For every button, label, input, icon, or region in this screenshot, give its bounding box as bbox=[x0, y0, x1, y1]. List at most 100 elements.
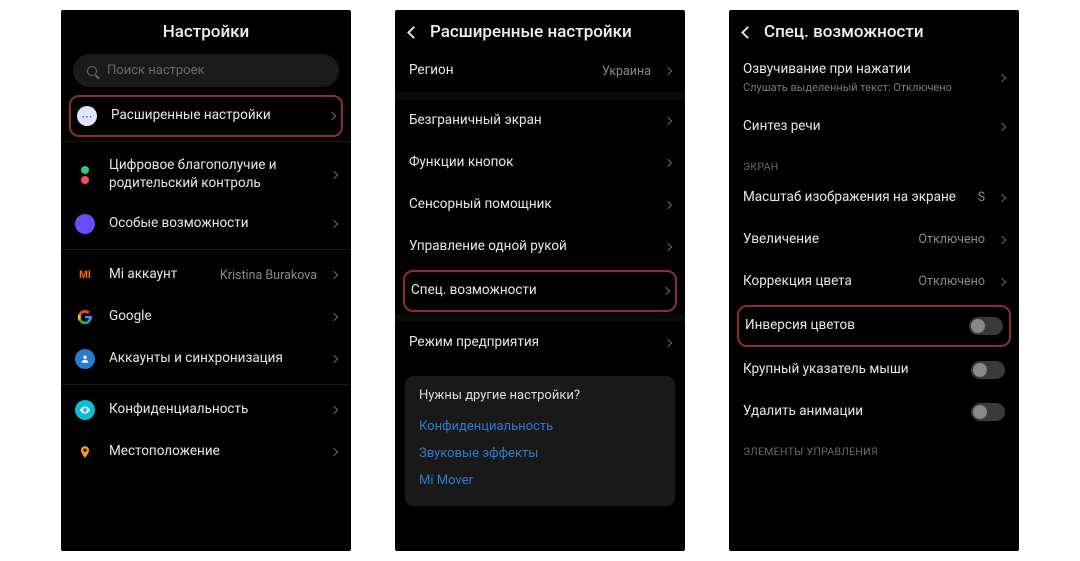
page-title: Расширенные настройки bbox=[430, 22, 632, 42]
section-divider bbox=[395, 92, 685, 100]
chevron-right-icon bbox=[664, 117, 672, 125]
enterprise-item[interactable]: Режим предприятия bbox=[395, 322, 685, 364]
chevron-right-icon bbox=[328, 112, 336, 120]
back-icon[interactable] bbox=[407, 26, 420, 39]
chevron-right-icon bbox=[330, 448, 338, 456]
chevron-right-icon bbox=[664, 67, 672, 75]
touch-assistant-label: Сенсорный помощник bbox=[409, 196, 651, 214]
page-title: Настройки bbox=[75, 22, 337, 42]
google-item[interactable]: Google bbox=[61, 296, 351, 338]
google-icon bbox=[75, 307, 95, 327]
region-value: Украина bbox=[602, 64, 651, 79]
accessibility-panel: Спец. возможности Озвучивание при нажати… bbox=[729, 10, 1019, 551]
privacy-label: Конфиденциальность bbox=[109, 401, 317, 419]
special-features-item[interactable]: Особые возможности bbox=[61, 203, 351, 245]
footer-link-sound[interactable]: Звуковые эффекты bbox=[419, 440, 661, 467]
large-pointer-toggle[interactable] bbox=[971, 361, 1005, 379]
tap-speak-title: Озвучивание при нажатии bbox=[743, 61, 985, 79]
remove-anim-label: Удалить анимации bbox=[743, 403, 957, 421]
zoom-item[interactable]: Увеличение Отключено bbox=[729, 219, 1019, 261]
tap-speak-label: Озвучивание при нажатии Слушать выделенн… bbox=[743, 61, 985, 95]
one-hand-item[interactable]: Управление одной рукой bbox=[395, 226, 685, 268]
footer-heading: Нужны другие настройки? bbox=[419, 388, 661, 403]
search-icon bbox=[87, 66, 97, 76]
large-pointer-item[interactable]: Крупный указатель мыши bbox=[729, 349, 1019, 391]
fullscreen-item[interactable]: Безграничный экран bbox=[395, 100, 685, 142]
dots-icon: ⋯ bbox=[77, 106, 97, 126]
region-item[interactable]: Регион Украина bbox=[395, 50, 685, 92]
chevron-right-icon bbox=[998, 74, 1006, 82]
panel2-header: Расширенные настройки bbox=[395, 10, 685, 50]
wellbeing-icon bbox=[75, 165, 95, 185]
chevron-right-icon bbox=[330, 271, 338, 279]
panel1-header: Настройки bbox=[61, 10, 351, 50]
accessibility-label: Спец. возможности bbox=[411, 282, 649, 300]
mi-account-value: Kristina Burakova bbox=[220, 268, 317, 283]
mi-account-label: Mi аккаунт bbox=[109, 266, 206, 284]
search-placeholder: Поиск настроек bbox=[107, 63, 205, 78]
color-corr-label: Коррекция цвета bbox=[743, 273, 904, 291]
page-title: Спец. возможности bbox=[764, 22, 924, 42]
tap-speak-sub: Слушать выделенный текст: Отключено bbox=[743, 81, 985, 95]
color-corr-value: Отключено bbox=[918, 274, 985, 289]
accounts-sync-label: Аккаунты и синхронизация bbox=[109, 350, 317, 368]
chevron-right-icon bbox=[664, 243, 672, 251]
remove-anim-toggle[interactable] bbox=[971, 403, 1005, 421]
inversion-toggle[interactable] bbox=[969, 317, 1003, 335]
chevron-right-icon bbox=[998, 236, 1006, 244]
section-controls-label: ЭЛЕМЕНТЫ УПРАВЛЕНИЯ bbox=[729, 433, 1019, 462]
color-inversion-item[interactable]: Инверсия цветов bbox=[737, 305, 1011, 347]
other-settings-box: Нужны другие настройки? Конфиденциальнос… bbox=[405, 376, 675, 506]
advanced-label: Расширенные настройки bbox=[111, 107, 315, 125]
section-screen-label: ЭКРАН bbox=[729, 148, 1019, 177]
chevron-right-icon bbox=[330, 170, 338, 178]
fullscreen-label: Безграничный экран bbox=[409, 112, 651, 130]
one-hand-label: Управление одной рукой bbox=[409, 238, 651, 256]
large-pointer-label: Крупный указатель мыши bbox=[743, 361, 957, 379]
footer-link-mimover[interactable]: Mi Mover bbox=[419, 467, 661, 494]
remove-anim-item[interactable]: Удалить анимации bbox=[729, 391, 1019, 433]
tap-to-speak-item[interactable]: Озвучивание при нажатии Слушать выделенн… bbox=[729, 50, 1019, 106]
mi-logo-icon: MI bbox=[75, 265, 95, 285]
display-scale-item[interactable]: Масштаб изображения на экране S bbox=[729, 177, 1019, 219]
mi-account-item[interactable]: MI Mi аккаунт Kristina Burakova bbox=[61, 254, 351, 296]
divider bbox=[61, 141, 351, 142]
back-icon[interactable] bbox=[741, 26, 754, 39]
advanced-settings-panel: Расширенные настройки Регион Украина Без… bbox=[395, 10, 685, 551]
tts-item[interactable]: Синтез речи bbox=[729, 106, 1019, 148]
location-item[interactable]: Местоположение bbox=[61, 431, 351, 473]
wellbeing-label: Цифровое благополучие и родительский кон… bbox=[109, 157, 317, 192]
chevron-right-icon bbox=[998, 278, 1006, 286]
search-input[interactable]: Поиск настроек bbox=[73, 54, 339, 87]
zoom-value: Отключено bbox=[918, 232, 985, 247]
button-functions-item[interactable]: Функции кнопок bbox=[395, 142, 685, 184]
chevron-right-icon bbox=[662, 287, 670, 295]
location-label: Местоположение bbox=[109, 443, 317, 461]
special-label: Особые возможности bbox=[109, 215, 317, 233]
color-correction-item[interactable]: Коррекция цвета Отключено bbox=[729, 261, 1019, 303]
chevron-right-icon bbox=[330, 406, 338, 414]
footer-link-privacy[interactable]: Конфиденциальность bbox=[419, 413, 661, 440]
chevron-right-icon bbox=[330, 355, 338, 363]
accessibility-icon bbox=[75, 214, 95, 234]
inversion-label: Инверсия цветов bbox=[745, 317, 955, 335]
chevron-right-icon bbox=[664, 201, 672, 209]
enterprise-label: Режим предприятия bbox=[409, 334, 651, 352]
chevron-right-icon bbox=[664, 159, 672, 167]
region-label: Регион bbox=[409, 62, 588, 80]
wellbeing-item[interactable]: Цифровое благополучие и родительский кон… bbox=[61, 146, 351, 203]
privacy-item[interactable]: Конфиденциальность bbox=[61, 389, 351, 431]
touch-assistant-item[interactable]: Сенсорный помощник bbox=[395, 184, 685, 226]
divider bbox=[61, 249, 351, 250]
section-divider bbox=[395, 314, 685, 322]
advanced-settings-item[interactable]: ⋯ Расширенные настройки bbox=[69, 95, 343, 137]
accessibility-item[interactable]: Спец. возможности bbox=[403, 270, 677, 312]
divider bbox=[61, 384, 351, 385]
chevron-right-icon bbox=[998, 123, 1006, 131]
display-scale-label: Масштаб изображения на экране bbox=[743, 189, 964, 207]
accounts-sync-item[interactable]: Аккаунты и синхронизация bbox=[61, 338, 351, 380]
location-pin-icon bbox=[75, 442, 95, 462]
tts-label: Синтез речи bbox=[743, 118, 985, 136]
chevron-right-icon bbox=[330, 313, 338, 321]
settings-panel: Настройки Поиск настроек ⋯ Расширенные н… bbox=[61, 10, 351, 551]
